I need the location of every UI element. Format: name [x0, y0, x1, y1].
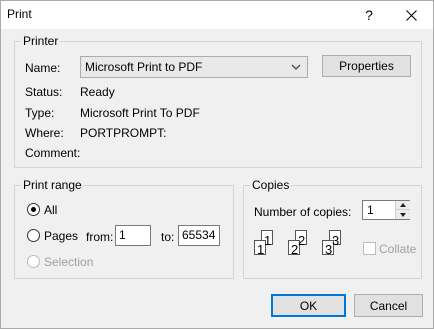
from-input[interactable]: 1 [115, 225, 151, 246]
properties-button-label: Properties [339, 59, 394, 73]
collate-label[interactable]: Collate [379, 242, 416, 256]
properties-button[interactable]: Properties [322, 55, 411, 77]
to-label: to: [161, 230, 175, 244]
window-title: Print [7, 7, 32, 21]
page-number-3b: 3 [332, 233, 340, 248]
where-value: PORTPROMPT: [80, 126, 167, 140]
all-radio-label[interactable]: All [44, 203, 57, 217]
print-range-label: Print range [21, 178, 84, 192]
pages-radio-label[interactable]: Pages [44, 229, 78, 243]
type-label: Type: [25, 106, 55, 120]
title-bar[interactable]: Print ? [1, 1, 433, 29]
page-number-1b: 1 [264, 233, 272, 248]
collate-checkbox[interactable] [363, 242, 376, 255]
print-dialog: Print ? Printer Name: Microsoft Print to… [0, 0, 434, 329]
copies-spinner[interactable]: 1 [362, 200, 410, 220]
type-value: Microsoft Print To PDF [80, 106, 200, 120]
status-label: Status: [25, 85, 63, 99]
page-number-2b: 2 [298, 233, 306, 248]
where-label: Where: [25, 126, 64, 140]
print-range-group: Print range All Pages from: 1 to: 65534 … [14, 178, 234, 279]
name-label: Name: [25, 61, 61, 75]
help-icon: ? [365, 7, 373, 23]
pages-radio[interactable] [27, 229, 40, 242]
to-input[interactable]: 65534 [178, 225, 220, 246]
spin-up-icon [400, 203, 406, 207]
copies-value: 1 [367, 203, 374, 217]
printer-group-label: Printer [21, 34, 61, 48]
close-button[interactable] [389, 1, 433, 29]
copies-label: Copies [250, 178, 292, 192]
comment-label: Comment: [25, 146, 81, 160]
ok-button[interactable]: OK [271, 294, 346, 317]
number-of-copies-label: Number of copies: [254, 205, 352, 219]
spin-down-button[interactable] [396, 210, 410, 219]
cancel-button-label: Cancel [369, 298, 408, 313]
close-icon [405, 9, 417, 21]
status-value: Ready [80, 85, 115, 99]
selection-radio[interactable] [27, 255, 40, 268]
spin-down-icon [400, 212, 406, 217]
cancel-button[interactable]: Cancel [354, 294, 423, 317]
ok-button-label: OK [299, 298, 318, 313]
chevron-down-icon [291, 64, 301, 70]
selection-radio-label[interactable]: Selection [44, 255, 93, 269]
printer-group: Printer Name: Microsoft Print to PDF Pro… [14, 34, 422, 168]
printer-name-select[interactable]: Microsoft Print to PDF [80, 56, 308, 78]
help-button[interactable]: ? [347, 1, 391, 29]
copies-group: Copies Number of copies: 1 1 1 2 2 3 3 C… [243, 178, 422, 279]
all-radio[interactable] [27, 203, 40, 216]
from-label: from: [86, 230, 114, 244]
printer-name-value: Microsoft Print to PDF [85, 60, 203, 74]
collate-illustration: 1 1 2 2 3 3 [254, 230, 358, 266]
spin-buttons [395, 201, 410, 219]
spin-up-button[interactable] [396, 201, 410, 210]
